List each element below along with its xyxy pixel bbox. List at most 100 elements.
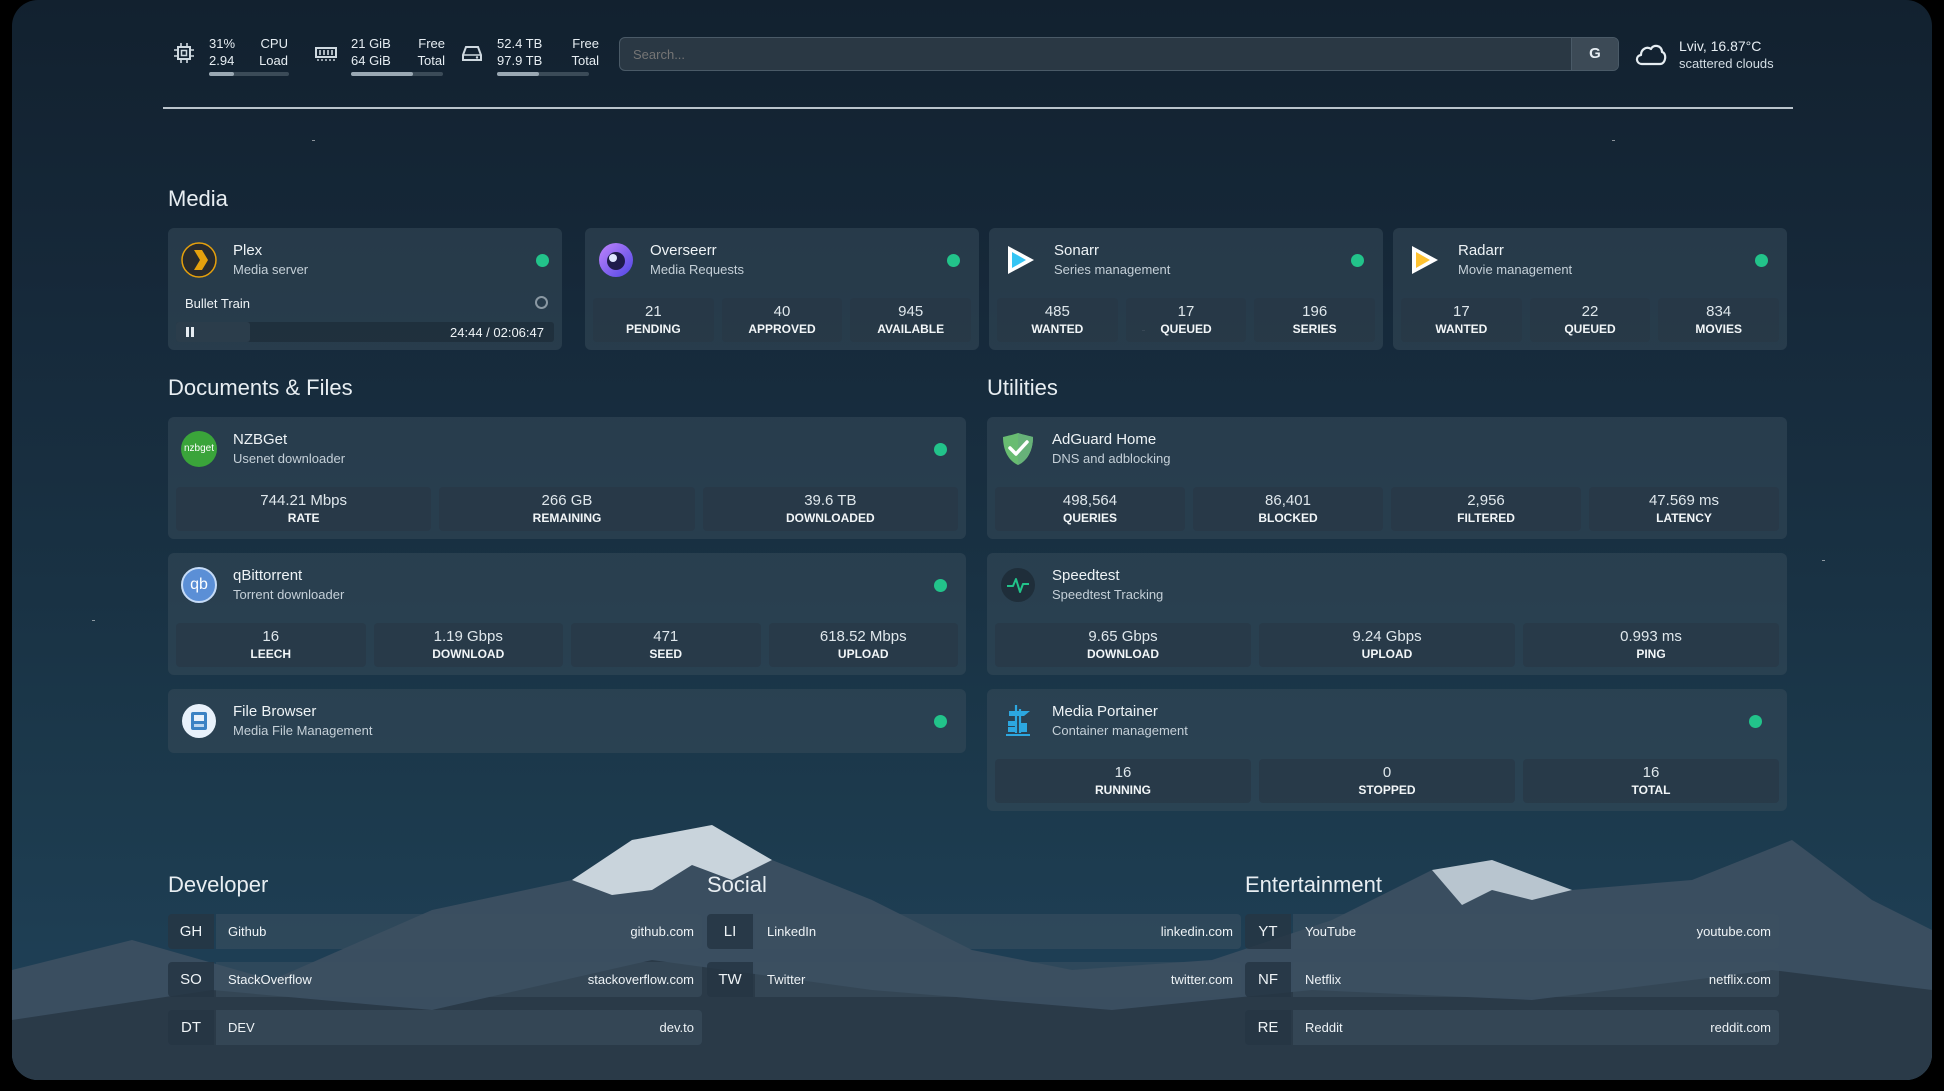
stat-stopped: 0 STOPPED bbox=[1259, 759, 1515, 803]
stat-value: 16 bbox=[1642, 764, 1660, 781]
speedtest-name: Speedtest bbox=[1052, 567, 1120, 584]
bookmark-url: reddit.com bbox=[1710, 1020, 1771, 1035]
section-title-developer: Developer bbox=[168, 872, 269, 897]
stat-value: 21 bbox=[644, 303, 662, 320]
stat-wanted: 17 WANTED bbox=[1401, 298, 1522, 342]
stat-label: SEED bbox=[649, 647, 683, 661]
bookmark-youtube[interactable]: YT YouTube youtube.com bbox=[1245, 914, 1779, 949]
section-title-documents: Documents & Files bbox=[168, 375, 353, 400]
stat-value: 0.993 ms bbox=[1620, 628, 1682, 645]
adguard-name: AdGuard Home bbox=[1052, 431, 1157, 448]
bookmark-linkedin[interactable]: LI LinkedIn linkedin.com bbox=[707, 914, 1241, 949]
stat-rate: 744.21 Mbps RATE bbox=[176, 487, 432, 531]
stat-value: 618.52 Mbps bbox=[819, 628, 907, 645]
nzbget-icon: nzbget bbox=[181, 431, 217, 467]
nzbget-card[interactable]: nzbget NZBGet Usenet downloader 744.21 M… bbox=[168, 417, 966, 539]
stat-value: 17 bbox=[1177, 303, 1195, 320]
filebrowser-card[interactable]: File Browser Media File Management bbox=[168, 689, 966, 753]
overseerr-card[interactable]: Overseerr Media Requests 21 PENDING 40 APP… bbox=[585, 228, 979, 350]
memory-usage-fill bbox=[351, 72, 413, 76]
stat-value: 9.65 Gbps bbox=[1088, 628, 1158, 645]
bookmark-url: stackoverflow.com bbox=[587, 972, 694, 987]
stat-label: BLOCKED bbox=[1258, 511, 1318, 525]
filebrowser-icon bbox=[182, 704, 216, 738]
bookmark-body: Github github.com bbox=[216, 914, 702, 949]
sonarr-icon bbox=[1008, 246, 1034, 274]
qbittorrent-name: qBittorrent bbox=[233, 567, 303, 584]
sonarr-card[interactable]: Sonarr Series management 485 WANTED 17 QUE… bbox=[989, 228, 1383, 350]
cpu-icon bbox=[174, 43, 194, 63]
stat-value: 744.21 Mbps bbox=[260, 492, 348, 509]
stat-value: 834 bbox=[1706, 303, 1732, 320]
stat-label: SERIES bbox=[1292, 322, 1337, 336]
bookmark-netflix[interactable]: NF Netflix netflix.com bbox=[1245, 962, 1779, 997]
cpu-label: CPU bbox=[260, 36, 288, 51]
search-provider-button[interactable]: G bbox=[1571, 38, 1618, 70]
speedtest-card[interactable]: Speedtest Speedtest Tracking 9.65 Gbps DO… bbox=[987, 553, 1787, 675]
portainer-card[interactable]: Media Portainer Container management 16 R… bbox=[987, 689, 1787, 811]
qbittorrent-stats: 16 LEECH 1.19 Gbps DOWNLOAD 471 SEED 618.52… bbox=[176, 623, 958, 667]
stat-value: 47.569 ms bbox=[1648, 492, 1720, 509]
radarr-card[interactable]: Radarr Movie management 17 WANTED 22 QUEUE… bbox=[1393, 228, 1787, 350]
bookmark-abbr: GH bbox=[168, 914, 214, 949]
playback-progress-bar[interactable]: 24:44 / 02:06:47 bbox=[176, 322, 554, 342]
stat-label: APPROVED bbox=[748, 322, 816, 336]
sonarr-name: Sonarr bbox=[1054, 242, 1100, 259]
plex-icon bbox=[181, 242, 217, 278]
load-label: Load bbox=[259, 53, 288, 68]
bookmark-stackoverflow[interactable]: SO StackOverflow stackoverflow.com bbox=[168, 962, 702, 997]
disk-usage-bar bbox=[497, 72, 589, 76]
settings-icon[interactable] bbox=[535, 296, 548, 309]
status-indicator bbox=[934, 443, 947, 456]
total-label: Total bbox=[571, 53, 599, 68]
qbittorrent-card[interactable]: qb qBittorrent Torrent downloader 16 LEEC… bbox=[168, 553, 966, 675]
status-indicator bbox=[947, 254, 960, 267]
nzbget-description: Usenet downloader bbox=[233, 451, 346, 466]
star bbox=[1822, 560, 1825, 561]
bookmark-dev[interactable]: DT DEV dev.to bbox=[168, 1010, 702, 1045]
bookmark-github[interactable]: GH Github github.com bbox=[168, 914, 702, 949]
status-indicator bbox=[934, 579, 947, 592]
cpu-percent: 31% bbox=[209, 36, 236, 51]
stat-label: LATENCY bbox=[1656, 511, 1712, 525]
pause-icon[interactable] bbox=[186, 327, 194, 337]
section-title-utilities: Utilities bbox=[987, 375, 1058, 400]
disk-labels: Free Total bbox=[557, 35, 599, 69]
bookmark-url: twitter.com bbox=[1170, 972, 1233, 987]
stat-label: WANTED bbox=[1031, 322, 1084, 336]
search-input[interactable] bbox=[620, 38, 1560, 70]
bookmark-body: Twitter twitter.com bbox=[755, 962, 1241, 997]
weather-widget[interactable]: Lviv, 16.87°C scattered clouds bbox=[1633, 34, 1793, 78]
bookmark-name: StackOverflow bbox=[228, 972, 312, 987]
stat-movies: 834 MOVIES bbox=[1658, 298, 1780, 342]
weather-condition: scattered clouds bbox=[1679, 56, 1774, 71]
bookmark-body: YouTube youtube.com bbox=[1293, 914, 1779, 949]
status-indicator bbox=[536, 254, 549, 267]
stat-queries: 498,564 QUERIES bbox=[995, 487, 1185, 531]
stat-label: RATE bbox=[287, 511, 320, 525]
bookmark-abbr: NF bbox=[1245, 962, 1291, 997]
status-indicator bbox=[1749, 715, 1762, 728]
plex-card[interactable]: Plex Media server Bullet Train 24:44 / 0… bbox=[168, 228, 562, 350]
stat-download: 9.65 Gbps DOWNLOAD bbox=[995, 623, 1251, 667]
adguard-card[interactable]: AdGuard Home DNS and adblocking 498,564 Q… bbox=[987, 417, 1787, 539]
filebrowser-name: File Browser bbox=[233, 703, 317, 720]
stat-value: 17 bbox=[1452, 303, 1470, 320]
stat-leech: 16 LEECH bbox=[176, 623, 366, 667]
plex-description: Media server bbox=[233, 262, 309, 277]
stat-label: AVAILABLE bbox=[877, 322, 945, 336]
stat-label: DOWNLOAD bbox=[1087, 647, 1159, 661]
memory-usage-bar bbox=[351, 72, 443, 76]
speedtest-icon bbox=[1001, 568, 1035, 602]
free-label: Free bbox=[418, 36, 445, 51]
bookmark-abbr: LI bbox=[707, 914, 753, 949]
adguard-icon bbox=[1003, 433, 1033, 465]
memory-labels: Free Total bbox=[403, 35, 445, 69]
bookmark-reddit[interactable]: RE Reddit reddit.com bbox=[1245, 1010, 1779, 1045]
cpu-usage-bar bbox=[209, 72, 289, 76]
bookmark-url: dev.to bbox=[659, 1020, 694, 1035]
bookmark-twitter[interactable]: TW Twitter twitter.com bbox=[707, 962, 1241, 997]
overseerr-icon bbox=[599, 243, 633, 277]
overseerr-stats: 21 PENDING 40 APPROVED 945 AVAILABLE bbox=[593, 298, 972, 342]
qbittorrent-description: Torrent downloader bbox=[233, 587, 345, 602]
